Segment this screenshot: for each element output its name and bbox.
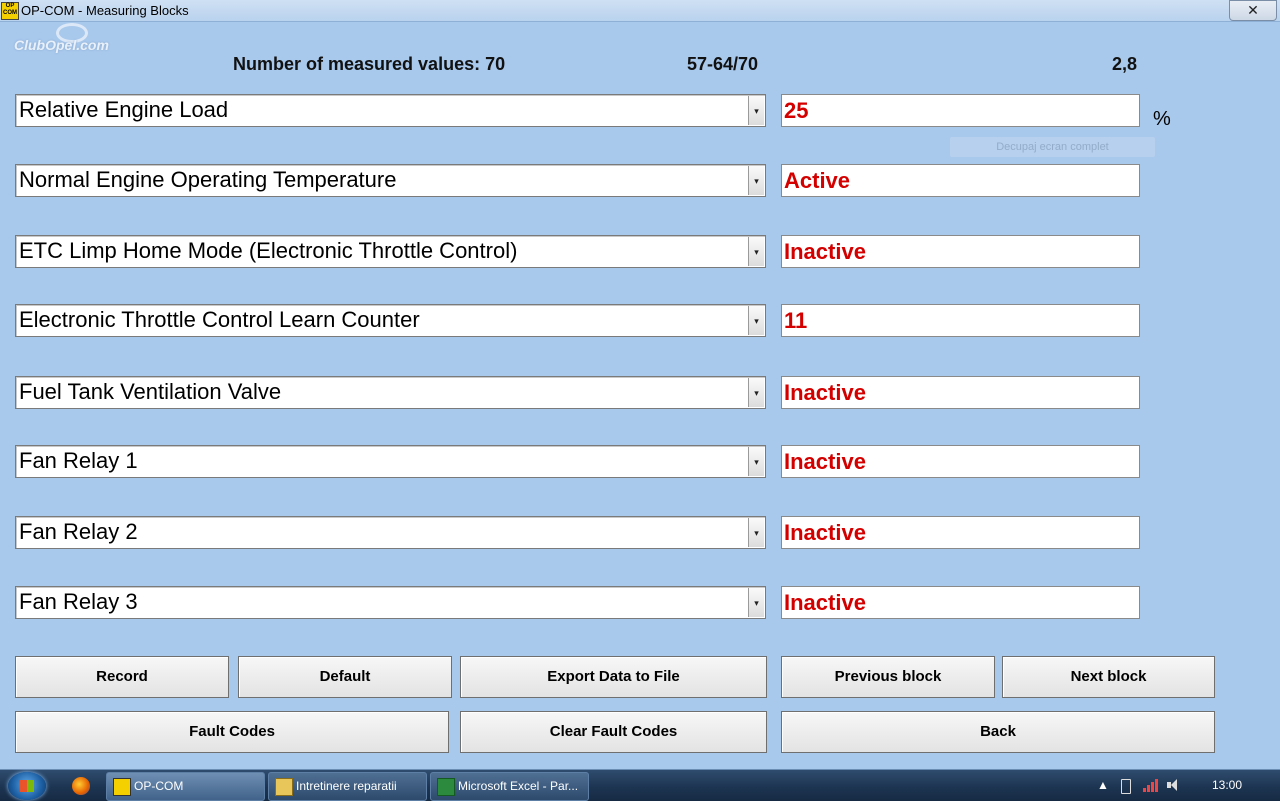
parameter-value-text: Inactive: [784, 239, 866, 264]
parameter-value: 25: [781, 94, 1140, 127]
chevron-down-icon[interactable]: ▾: [748, 237, 764, 266]
export-data-button[interactable]: Export Data to File: [460, 656, 767, 698]
opcom-icon: [113, 778, 131, 796]
chevron-down-icon[interactable]: ▾: [748, 447, 764, 476]
window-title: OP-COM - Measuring Blocks: [21, 3, 189, 18]
chevron-down-icon[interactable]: ▾: [748, 306, 764, 335]
parameter-label: Fan Relay 3: [19, 589, 138, 614]
parameter-label: Electronic Throttle Control Learn Counte…: [19, 307, 420, 332]
parameter-value-text: Active: [784, 168, 851, 193]
parameter-value: Inactive: [781, 586, 1140, 619]
record-button[interactable]: Record: [15, 656, 229, 698]
parameter-label: Normal Engine Operating Temperature: [19, 167, 397, 192]
next-block-button[interactable]: Next block: [1002, 656, 1215, 698]
parameter-select[interactable]: Relative Engine Load ▾: [15, 94, 766, 127]
rate-label: 2,8: [1112, 54, 1138, 74]
parameter-value: Active: [781, 164, 1140, 197]
parameter-label: Fan Relay 1: [19, 448, 138, 473]
firefox-icon[interactable]: [72, 777, 90, 795]
clear-fault-codes-button[interactable]: Clear Fault Codes: [460, 711, 767, 753]
taskbar: OP-COM Intretinere reparatii Microsoft E…: [0, 769, 1280, 801]
chevron-down-icon[interactable]: ▾: [748, 588, 764, 617]
fault-codes-button[interactable]: Fault Codes: [15, 711, 449, 753]
taskbar-item-excel[interactable]: Microsoft Excel - Par...: [430, 772, 589, 801]
parameter-select[interactable]: Fan Relay 1 ▾: [15, 445, 766, 478]
excel-icon: [437, 778, 455, 796]
parameter-select[interactable]: Fan Relay 3 ▾: [15, 586, 766, 619]
parameter-value-text: 11: [784, 308, 808, 333]
taskbar-item-label: OP-COM: [134, 779, 184, 793]
chevron-down-icon[interactable]: ▾: [748, 96, 764, 125]
parameter-value: Inactive: [781, 516, 1140, 549]
back-button[interactable]: Back: [781, 711, 1215, 753]
clock[interactable]: 13:00: [1212, 778, 1242, 792]
chevron-down-icon[interactable]: ▾: [748, 166, 764, 195]
windows-logo-icon: [20, 780, 34, 792]
start-button[interactable]: [8, 772, 46, 800]
watermark: ClubOpel.com: [14, 37, 109, 53]
show-hidden-icons-icon[interactable]: ▲: [1097, 778, 1109, 792]
taskbar-item-folder[interactable]: Intretinere reparatii: [268, 772, 427, 801]
close-button[interactable]: ✕: [1229, 0, 1277, 21]
parameter-select[interactable]: Electronic Throttle Control Learn Counte…: [15, 304, 766, 337]
parameter-value: Inactive: [781, 376, 1140, 409]
chevron-down-icon[interactable]: ▾: [748, 378, 764, 407]
parameter-label: Fan Relay 2: [19, 519, 138, 544]
parameter-value-text: 25: [784, 98, 809, 123]
chevron-down-icon[interactable]: ▾: [748, 518, 764, 547]
parameter-value-text: Inactive: [784, 449, 866, 474]
parameter-select[interactable]: ETC Limp Home Mode (Electronic Throttle …: [15, 235, 766, 268]
parameter-label: Fuel Tank Ventilation Valve: [19, 379, 282, 404]
parameter-label: ETC Limp Home Mode (Electronic Throttle …: [19, 238, 518, 263]
folder-icon: [275, 778, 293, 796]
parameter-value: Inactive: [781, 235, 1140, 268]
taskbar-item-label: Microsoft Excel - Par...: [458, 779, 579, 793]
screen-capture-overlay: Decupaj ecran complet: [950, 137, 1155, 157]
opcom-app-icon: OP COM: [1, 2, 19, 20]
parameter-value: 11: [781, 304, 1140, 337]
parameter-value-text: Inactive: [784, 590, 866, 615]
block-range-label: 57-64/70: [687, 54, 759, 74]
unit-label: %: [1153, 108, 1171, 130]
parameter-value: Inactive: [781, 445, 1140, 478]
parameter-select[interactable]: Fuel Tank Ventilation Valve ▾: [15, 376, 766, 409]
measured-count-label: Number of measured values: 70: [233, 54, 506, 74]
parameter-value-text: Inactive: [784, 380, 866, 405]
battery-icon[interactable]: [1121, 779, 1131, 794]
taskbar-item-label: Intretinere reparatii: [296, 779, 397, 793]
parameter-label: Relative Engine Load: [19, 97, 229, 122]
previous-block-button[interactable]: Previous block: [781, 656, 995, 698]
parameter-select[interactable]: Normal Engine Operating Temperature ▾: [15, 164, 766, 197]
parameter-value-text: Inactive: [784, 520, 866, 545]
taskbar-item-opcom[interactable]: OP-COM: [106, 772, 265, 801]
parameter-select[interactable]: Fan Relay 2 ▾: [15, 516, 766, 549]
default-button[interactable]: Default: [238, 656, 452, 698]
volume-icon[interactable]: [1167, 779, 1179, 791]
title-bar: OP COM OP-COM - Measuring Blocks ✕: [0, 0, 1280, 22]
network-icon[interactable]: [1143, 778, 1158, 792]
